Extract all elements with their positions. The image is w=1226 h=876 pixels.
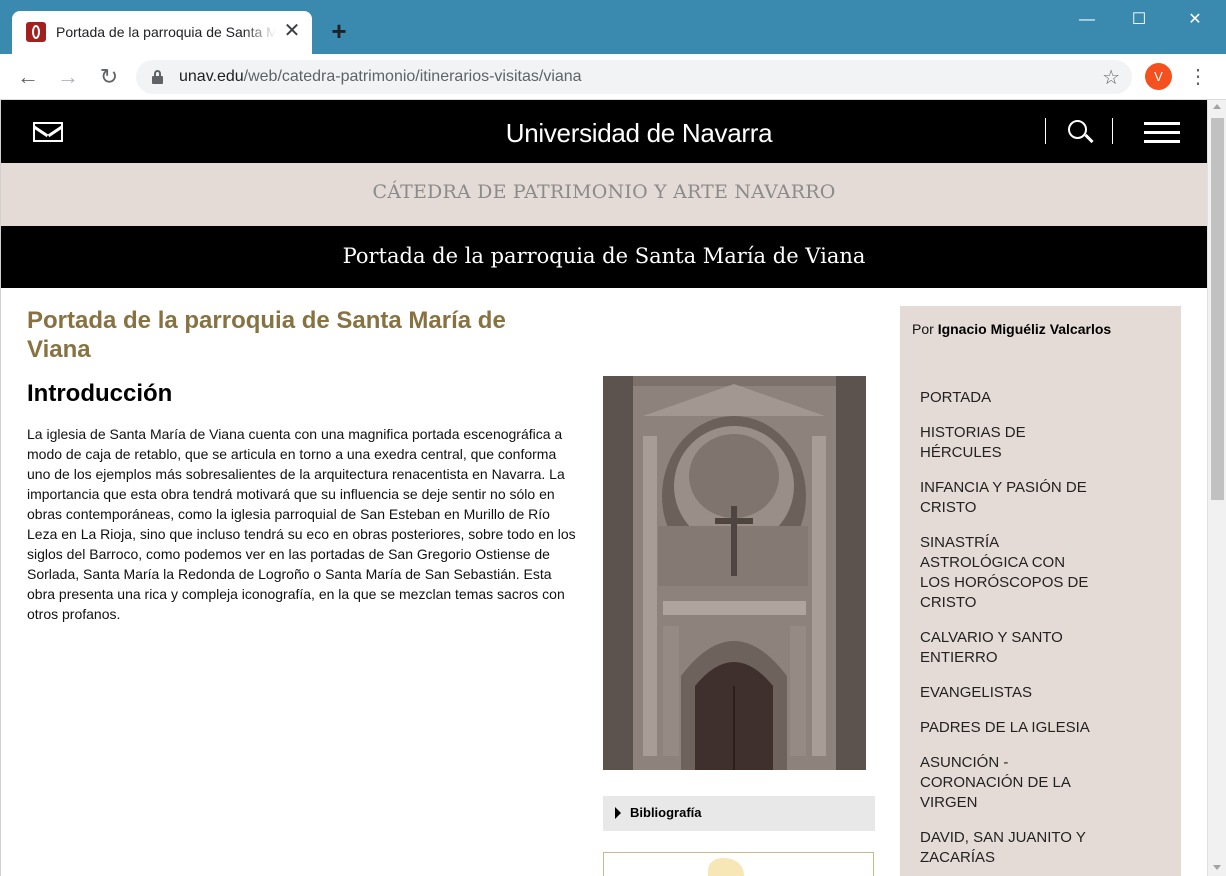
sidebar-item-infancia-pasion[interactable]: INFANCIA Y PASIÓN DE CRISTO (920, 478, 1090, 518)
sidebar-item-portada[interactable]: PORTADA (920, 388, 1090, 408)
author-name: Ignacio Miguéliz Valcarlos (937, 321, 1112, 337)
browser-titlebar: Portada de la parroquia de Santa María d… (0, 0, 1226, 54)
sidebar-item-asuncion[interactable]: ASUNCIÓN - CORONACIÓN DE LA VIRGEN (920, 753, 1090, 813)
profile-avatar[interactable]: V (1145, 63, 1172, 90)
tab-title: Portada de la parroquia de Santa María d… (56, 24, 276, 40)
bibliography-label: Bibliografía (630, 805, 702, 820)
scroll-down-icon[interactable] (1213, 865, 1221, 870)
page-scrollbar[interactable] (1207, 100, 1226, 876)
sidebar: Por Ignacio Miguéliz Valcarlos PORTADA H… (900, 306, 1181, 876)
author-line: Por Ignacio Miguéliz Valcarlos (912, 321, 1111, 337)
page-viewport: Universidad de Navarra CÁTEDRA DE PATRIM… (0, 100, 1207, 876)
url-host: unav.edu (179, 68, 244, 85)
url-text[interactable]: unav.edu/web/catedra-patrimonio/itinerar… (179, 68, 582, 86)
sidebar-item-evangelistas[interactable]: EVANGELISTAS (920, 683, 1090, 703)
page-banner-title: Portada de la parroquia de Santa María d… (342, 244, 866, 268)
url-path: /web/catedra-patrimonio/itinerarios-visi… (243, 68, 582, 85)
site-favicon-icon (26, 22, 46, 42)
map-thumbnail[interactable] (603, 852, 874, 876)
intro-heading: Introducción (27, 380, 173, 407)
author-prefix: Por (912, 321, 938, 337)
tab-close-icon[interactable]: ✕ (282, 21, 302, 41)
window-minimize-button[interactable]: — (1064, 6, 1110, 36)
portal-photo (603, 376, 866, 770)
header-divider (1045, 118, 1046, 144)
forward-button[interactable]: → (54, 63, 82, 91)
sidebar-item-sinastria[interactable]: SINASTRÍA ASTROLÓGICA CON LOS HORÓSCOPOS… (920, 533, 1090, 613)
caret-right-icon (615, 807, 621, 819)
site-logo[interactable]: Universidad de Navarra (1, 118, 1207, 149)
page-title: Portada de la parroquia de Santa María d… (27, 307, 506, 363)
scroll-up-icon[interactable] (1213, 104, 1221, 109)
intro-paragraph: La iglesia de Santa María de Viana cuent… (27, 426, 576, 622)
sidebar-item-david[interactable]: DAVID, SAN JUANITO Y ZACARÍAS (920, 828, 1090, 868)
sidebar-nav: PORTADA HISTORIAS DE HÉRCULES INFANCIA Y… (920, 388, 1090, 876)
bibliography-toggle[interactable]: Bibliografía (603, 796, 875, 831)
department-banner: CÁTEDRA DE PATRIMONIO Y ARTE NAVARRO (1, 163, 1207, 226)
address-bar[interactable]: unav.edu/web/catedra-patrimonio/itinerar… (136, 60, 1132, 94)
search-icon[interactable] (1068, 120, 1087, 139)
sidebar-item-calvario[interactable]: CALVARIO Y SANTO ENTIERRO (920, 628, 1090, 668)
page-title-banner: Portada de la parroquia de Santa María d… (1, 226, 1207, 288)
browser-tab[interactable]: Portada de la parroquia de Santa María d… (12, 11, 312, 54)
map-region-shape (708, 858, 744, 876)
hamburger-menu-icon[interactable] (1144, 122, 1180, 144)
reload-button[interactable]: ↻ (95, 63, 123, 91)
back-button[interactable]: ← (14, 63, 42, 91)
scrollbar-thumb[interactable] (1211, 118, 1224, 500)
sidebar-item-historias-hercules[interactable]: HISTORIAS DE HÉRCULES (920, 423, 1090, 463)
browser-toolbar: ← → ↻ unav.edu/web/catedra-patrimonio/it… (0, 54, 1226, 100)
sidebar-item-padres-iglesia[interactable]: PADRES DE LA IGLESIA (920, 718, 1090, 738)
new-tab-button[interactable]: + (326, 18, 352, 44)
window-maximize-button[interactable]: ☐ (1116, 6, 1162, 36)
bookmark-star-icon[interactable]: ☆ (1102, 65, 1120, 90)
header-divider (1112, 118, 1113, 144)
lock-icon[interactable] (152, 70, 163, 84)
site-header: Universidad de Navarra (1, 100, 1207, 163)
window-close-button[interactable]: ✕ (1172, 6, 1218, 36)
department-name[interactable]: CÁTEDRA DE PATRIMONIO Y ARTE NAVARRO (373, 181, 836, 203)
browser-menu-icon[interactable]: ⋮ (1188, 63, 1208, 91)
